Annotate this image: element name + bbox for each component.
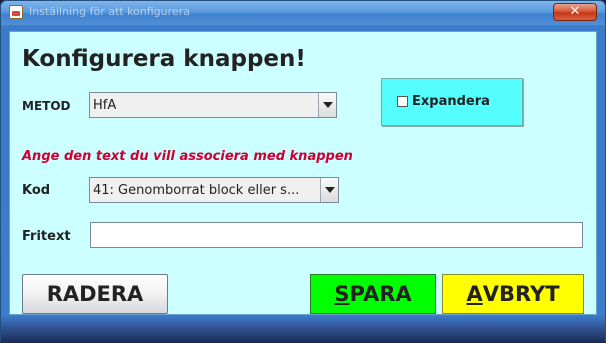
title-bar[interactable]: Inställning för att konfigurera ✕ [1, 1, 605, 25]
metod-label: METOD [22, 99, 71, 113]
close-button[interactable]: ✕ [553, 3, 597, 21]
spara-button[interactable]: S PARA [310, 274, 436, 314]
kod-select-value: 41: Genomborrat block eller s... [93, 182, 300, 198]
expand-panel: Expandera [381, 78, 523, 126]
avbryt-mnemonic: A [466, 282, 483, 306]
java-app-icon [9, 5, 23, 19]
chevron-down-icon[interactable] [318, 93, 336, 117]
spara-mnemonic: S [334, 282, 350, 306]
avbryt-button[interactable]: A VBRYT [442, 274, 584, 314]
metod-select-value: HfA [93, 97, 117, 113]
expand-checkbox[interactable] [397, 96, 408, 107]
radera-button[interactable]: RADERA [22, 274, 168, 314]
avbryt-button-label: VBRYT [482, 282, 560, 306]
dialog-window: Inställning för att konfigurera ✕ Konfig… [0, 0, 606, 343]
fritext-label: Fritext [22, 229, 71, 244]
expand-checkbox-label[interactable]: Expandera [412, 94, 490, 109]
fritext-input[interactable] [90, 222, 583, 248]
window-title: Inställning för att konfigurera [29, 5, 190, 18]
instruction-text: Ange den text du vill associera med knap… [22, 149, 353, 164]
chevron-down-icon[interactable] [320, 178, 338, 202]
window-bottom-border [1, 315, 605, 343]
page-title: Konfigurera knappen! [22, 46, 306, 72]
close-icon: ✕ [569, 4, 581, 19]
spara-button-label: PARA [349, 282, 412, 306]
metod-select[interactable]: HfA [89, 92, 337, 118]
config-panel: Konfigurera knappen! METOD HfA Expandera… [9, 31, 597, 315]
radera-button-label: RADERA [46, 282, 144, 306]
kod-select[interactable]: 41: Genomborrat block eller s... [89, 177, 339, 203]
kod-label: Kod [22, 183, 51, 198]
